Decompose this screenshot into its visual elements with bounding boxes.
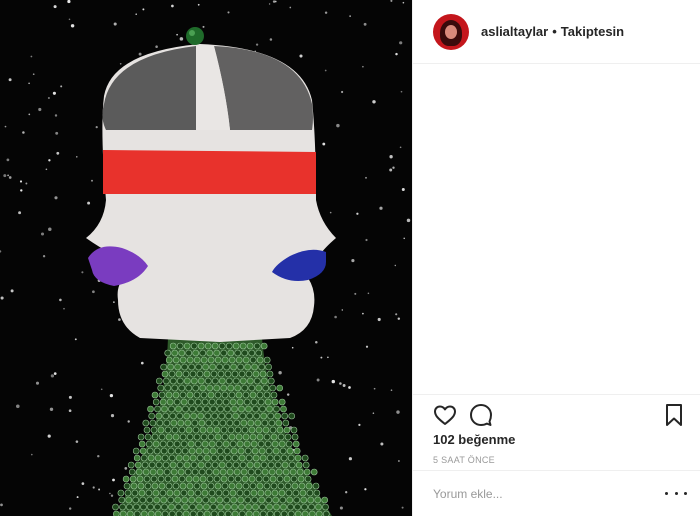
comment-bar <box>413 470 700 516</box>
comment-icon[interactable] <box>469 403 493 427</box>
separator-dot: • <box>552 24 557 39</box>
post-timestamp: 5 SAAT ÖNCE <box>433 455 495 465</box>
comment-input[interactable] <box>433 485 653 503</box>
headband <box>103 150 316 194</box>
header-user-line: aslialtaylar • Takiptesin <box>481 24 624 39</box>
avatar[interactable] <box>433 13 469 50</box>
post-image[interactable] <box>0 0 412 516</box>
post-details-panel: aslialtaylar • Takiptesin 102 beğenme 5 SA… <box>412 0 700 516</box>
post-header: aslialtaylar • Takiptesin <box>413 0 700 64</box>
artwork-drawing <box>0 0 412 516</box>
heart-icon[interactable] <box>433 403 457 427</box>
likes-count[interactable]: 102 beğenme <box>433 432 515 447</box>
action-bar <box>413 394 700 430</box>
follow-status[interactable]: Takiptesin <box>561 24 624 39</box>
pom-pom <box>186 27 204 45</box>
bookmark-icon[interactable] <box>662 403 686 427</box>
post-container: aslialtaylar • Takiptesin 102 beğenme 5 SA… <box>0 0 700 516</box>
more-options-icon[interactable] <box>665 483 687 503</box>
username-link[interactable]: aslialtaylar <box>481 24 548 39</box>
